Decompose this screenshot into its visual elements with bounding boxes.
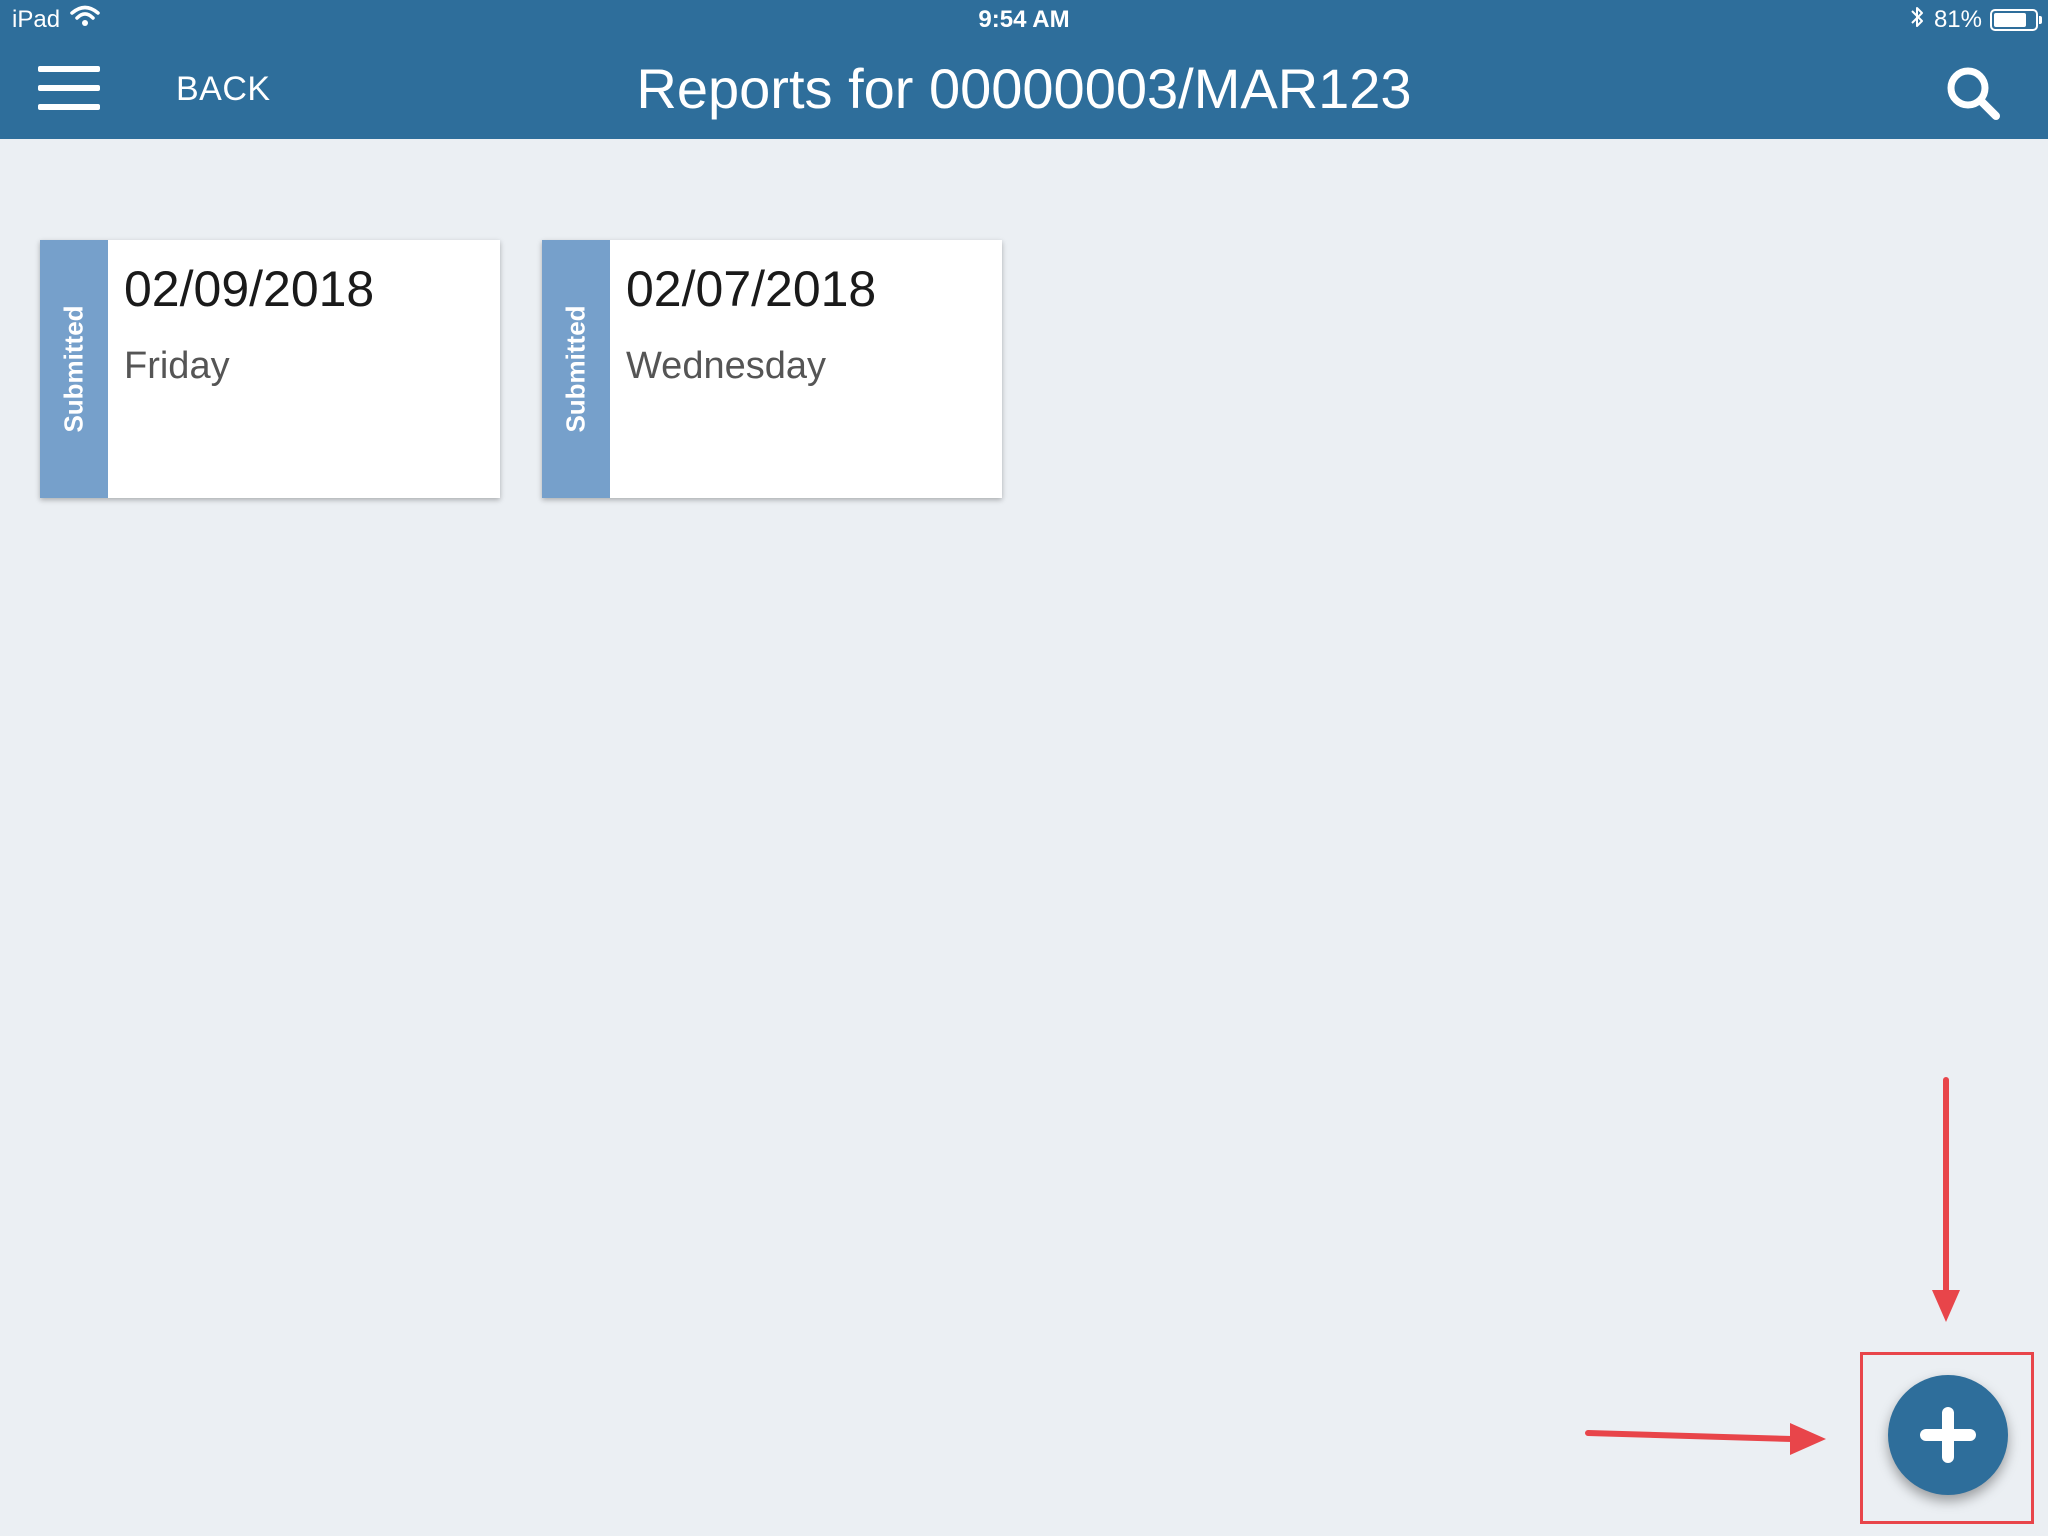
status-label: Submitted bbox=[560, 305, 591, 433]
report-list: Submitted 02/09/2018 Friday Submitted 02… bbox=[40, 240, 1044, 498]
report-weekday: Wednesday bbox=[626, 345, 826, 387]
app-window: iPad 9:54 AM 81% BACK Reports for 000000… bbox=[0, 0, 2048, 1536]
report-card-content: 02/09/2018 Friday bbox=[108, 240, 374, 498]
status-time: 9:54 AM bbox=[978, 6, 1070, 33]
search-icon[interactable] bbox=[1944, 64, 2004, 124]
annotation-arrow-down bbox=[1932, 1077, 1960, 1322]
battery-icon bbox=[1990, 9, 2042, 31]
status-stripe: Submitted bbox=[542, 240, 610, 498]
page-title: Reports for 00000003/MAR123 bbox=[636, 57, 1412, 120]
add-report-button[interactable] bbox=[1888, 1375, 2008, 1495]
report-card[interactable]: Submitted 02/07/2018 Wednesday bbox=[542, 240, 1002, 498]
report-date: 02/09/2018 bbox=[124, 261, 375, 317]
status-right: 81% bbox=[1910, 5, 2042, 35]
report-card[interactable]: Submitted 02/09/2018 Friday bbox=[40, 240, 500, 498]
bluetooth-icon bbox=[1910, 5, 1924, 35]
report-date: 02/07/2018 bbox=[626, 261, 877, 317]
battery-fill bbox=[1994, 13, 2026, 27]
status-label: Submitted bbox=[58, 305, 89, 433]
report-card-content: 02/07/2018 Wednesday bbox=[610, 240, 876, 498]
battery-percent: 81% bbox=[1933, 6, 1982, 33]
status-stripe: Submitted bbox=[40, 240, 108, 498]
report-weekday: Friday bbox=[124, 345, 230, 387]
plus-icon bbox=[1920, 1407, 1976, 1463]
header-bar: iPad 9:54 AM 81% BACK Reports for 000000… bbox=[0, 0, 2048, 139]
annotation-arrow-right bbox=[1585, 1423, 1826, 1455]
